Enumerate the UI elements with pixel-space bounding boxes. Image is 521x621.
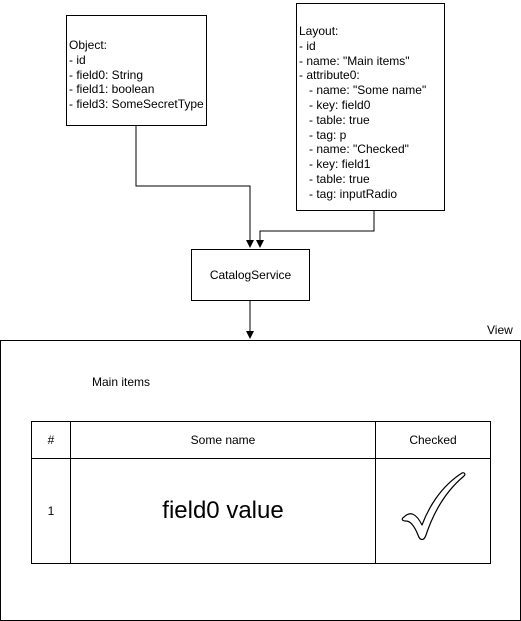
layout-line: - key: field0: [299, 97, 371, 112]
catalog-service-box: CatalogService: [191, 249, 310, 301]
layout-line: - table: true: [299, 171, 370, 186]
layout-line: - name: "Some name": [299, 83, 427, 98]
arrow-layout-to-service: [256, 211, 375, 248]
layout-line: - id: [299, 38, 316, 53]
arrow-object-to-service: [135, 126, 254, 248]
view-title: Main items: [92, 375, 151, 389]
row-number: 1: [31, 458, 71, 564]
checkmark-icon: [401, 471, 466, 540]
object-box: Object: - id - field0: String - field1: …: [66, 15, 207, 126]
layout-line: - key: field1: [299, 157, 371, 172]
table-row: 1 field0 value: [31, 458, 491, 564]
view-label: View: [487, 323, 513, 337]
column-header-number: #: [31, 421, 71, 459]
object-line: Object:: [69, 38, 108, 52]
layout-line: Layout:: [299, 24, 339, 38]
row-field0-value: field0 value: [70, 458, 376, 564]
object-fields-list: Object: - id - field0: String - field1: …: [69, 38, 204, 112]
table-header-row: # Some name Checked: [31, 421, 491, 459]
layout-line: - tag: p: [299, 127, 347, 142]
row-checked-cell: [375, 458, 491, 564]
layout-line: - attribute0:: [299, 68, 360, 83]
layout-fields-list: Layout: - id - name: "Main items" - attr…: [299, 24, 426, 202]
layout-box: Layout: - id - name: "Main items" - attr…: [296, 3, 445, 211]
object-line: - id: [69, 52, 86, 67]
catalog-service-label: CatalogService: [209, 268, 292, 282]
items-table: # Some name Checked 1 field0 value: [31, 421, 491, 564]
layout-line: - tag: inputRadio: [299, 186, 398, 201]
layout-line: - name: "Main items": [299, 53, 410, 68]
object-line: - field3: SomeSecretType: [69, 97, 204, 112]
object-line: - field1: boolean: [69, 82, 155, 97]
layout-line: - table: true: [299, 112, 370, 127]
column-header-some-name: Some name: [70, 421, 376, 459]
layout-line: - name: "Checked": [299, 142, 409, 157]
column-header-checked: Checked: [375, 421, 491, 459]
object-line: - field0: String: [69, 67, 144, 82]
